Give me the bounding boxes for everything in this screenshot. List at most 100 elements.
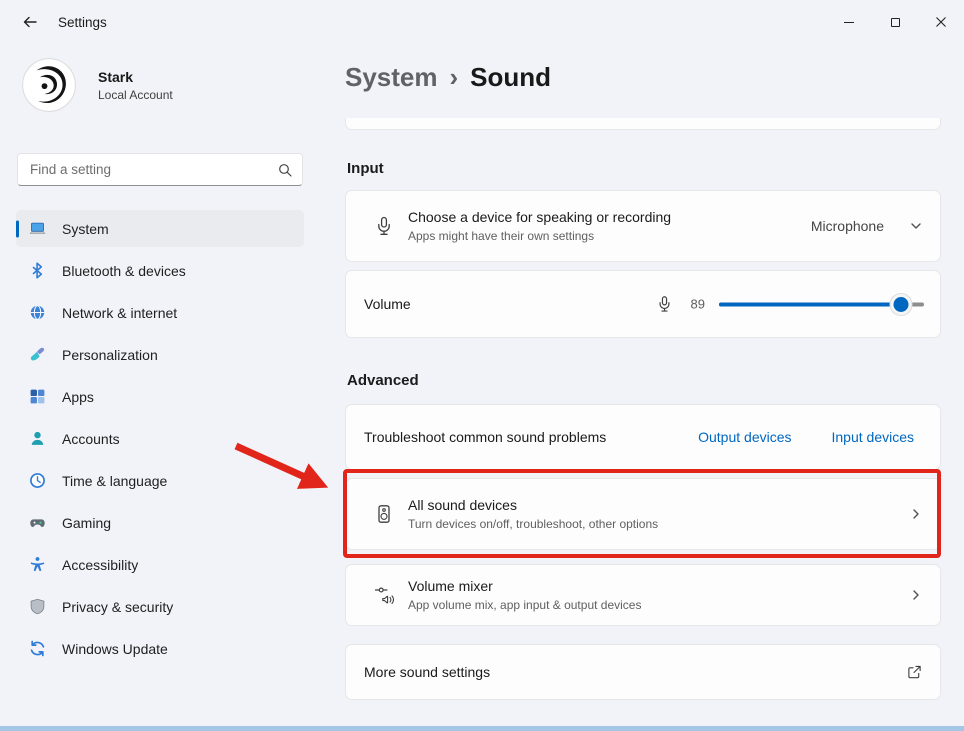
back-button[interactable] bbox=[14, 7, 46, 37]
section-header-advanced: Advanced bbox=[347, 372, 419, 389]
page-title: Sound bbox=[470, 62, 551, 93]
sidebar-item-personalization[interactable]: Personalization bbox=[16, 336, 304, 373]
accessibility-person-icon bbox=[29, 556, 46, 573]
window-bottom-edge bbox=[0, 726, 964, 731]
breadcrumb-separator: › bbox=[450, 62, 459, 93]
troubleshoot-title: Troubleshoot common sound problems bbox=[364, 429, 606, 445]
sidebar-item-label: Gaming bbox=[62, 515, 111, 531]
clock-icon bbox=[29, 472, 46, 489]
sidebar-item-label: Network & internet bbox=[62, 305, 177, 321]
all-sound-devices-row[interactable]: All sound devices Turn devices on/off, t… bbox=[345, 478, 941, 550]
chevron-right-icon bbox=[910, 589, 922, 601]
troubleshoot-row: Troubleshoot common sound problems Outpu… bbox=[345, 404, 941, 470]
more-sound-settings-row[interactable]: More sound settings bbox=[345, 644, 941, 700]
titlebar: Settings bbox=[0, 0, 964, 44]
apps-grid-icon bbox=[29, 388, 46, 405]
close-icon bbox=[935, 16, 947, 28]
chevron-right-icon bbox=[910, 508, 922, 520]
volume-mixer-text: Volume mixer App volume mix, app input &… bbox=[408, 578, 641, 612]
input-device-selected-value: Microphone bbox=[811, 218, 884, 234]
sidebar-item-label: Accessibility bbox=[62, 557, 138, 573]
breadcrumb: System › Sound bbox=[345, 62, 551, 93]
output-devices-link[interactable]: Output devices bbox=[698, 429, 791, 445]
troubleshoot-links: Output devices Input devices bbox=[698, 429, 914, 445]
volume-mixer-icon bbox=[374, 585, 394, 605]
sidebar-item-accounts[interactable]: Accounts bbox=[16, 420, 304, 457]
sidebar-item-time-language[interactable]: Time & language bbox=[16, 462, 304, 499]
external-link-icon bbox=[907, 665, 922, 680]
volume-mixer-subtitle: App volume mix, app input & output devic… bbox=[408, 598, 641, 612]
volume-mixer-title: Volume mixer bbox=[408, 578, 641, 594]
section-header-input: Input bbox=[347, 160, 384, 177]
network-globe-icon bbox=[29, 304, 46, 321]
sidebar-item-windows-update[interactable]: Windows Update bbox=[16, 630, 304, 667]
main-content: System › Sound Input Choose a device for… bbox=[345, 44, 941, 731]
sidebar-item-bluetooth-devices[interactable]: Bluetooth & devices bbox=[16, 252, 304, 289]
maximize-icon bbox=[891, 18, 900, 27]
user-name: Stark bbox=[98, 69, 173, 85]
volume-slider[interactable] bbox=[719, 296, 924, 312]
volume-controls: 89 bbox=[656, 296, 924, 313]
volume-slider-thumb[interactable] bbox=[894, 297, 909, 312]
selected-indicator bbox=[16, 220, 19, 237]
search-input[interactable] bbox=[18, 154, 278, 185]
bluetooth-icon bbox=[29, 262, 46, 279]
user-profile[interactable]: Stark Local Account bbox=[22, 58, 173, 112]
input-device-dropdown[interactable]: Microphone bbox=[811, 218, 922, 234]
volume-mixer-row[interactable]: Volume mixer App volume mix, app input &… bbox=[345, 564, 941, 626]
personalization-brush-icon bbox=[29, 346, 46, 363]
input-devices-link[interactable]: Input devices bbox=[832, 429, 915, 445]
sidebar-item-apps[interactable]: Apps bbox=[16, 378, 304, 415]
sidebar-item-label: Time & language bbox=[62, 473, 167, 489]
sidebar-item-label: Apps bbox=[62, 389, 94, 405]
window-title: Settings bbox=[58, 15, 107, 30]
speaker-device-icon bbox=[374, 504, 394, 524]
close-button[interactable] bbox=[918, 0, 964, 44]
mic-small-icon bbox=[656, 296, 673, 313]
search-box[interactable] bbox=[17, 153, 303, 186]
sidebar-item-privacy-security[interactable]: Privacy & security bbox=[16, 588, 304, 625]
system-icon bbox=[29, 220, 46, 237]
maximize-button[interactable] bbox=[872, 0, 918, 44]
window-controls bbox=[826, 0, 964, 44]
volume-slider-fill bbox=[719, 302, 901, 306]
sidebar-item-label: Personalization bbox=[62, 347, 158, 363]
all-sound-devices-subtitle: Turn devices on/off, troubleshoot, other… bbox=[408, 517, 658, 531]
search-icon bbox=[278, 163, 292, 177]
chevron-down-icon bbox=[910, 220, 922, 232]
sidebar-item-network-internet[interactable]: Network & internet bbox=[16, 294, 304, 331]
input-device-text: Choose a device for speaking or recordin… bbox=[408, 209, 671, 243]
sidebar-item-accessibility[interactable]: Accessibility bbox=[16, 546, 304, 583]
sidebar-item-label: Accounts bbox=[62, 431, 120, 447]
microphone-icon bbox=[374, 216, 394, 236]
sidebar-nav: System Bluetooth & devices Network & int… bbox=[16, 210, 304, 672]
sidebar-item-label: Privacy & security bbox=[62, 599, 173, 615]
shield-icon bbox=[29, 598, 46, 615]
more-sound-settings-title: More sound settings bbox=[364, 664, 490, 680]
all-sound-devices-title: All sound devices bbox=[408, 497, 658, 513]
input-volume-row: Volume 89 bbox=[345, 270, 941, 338]
sidebar-item-label: Bluetooth & devices bbox=[62, 263, 186, 279]
volume-label: Volume bbox=[364, 296, 411, 312]
all-sound-devices-text: All sound devices Turn devices on/off, t… bbox=[408, 497, 658, 531]
gamepad-icon bbox=[29, 514, 46, 531]
volume-value: 89 bbox=[687, 297, 705, 312]
input-device-subtitle: Apps might have their own settings bbox=[408, 229, 671, 243]
minimize-button[interactable] bbox=[826, 0, 872, 44]
input-device-row: Choose a device for speaking or recordin… bbox=[345, 190, 941, 262]
sidebar-item-system[interactable]: System bbox=[16, 210, 304, 247]
avatar bbox=[22, 58, 76, 112]
sidebar-item-gaming[interactable]: Gaming bbox=[16, 504, 304, 541]
settings-window: Settings Stark Local Account bbox=[0, 0, 964, 731]
update-refresh-icon bbox=[29, 640, 46, 657]
accounts-person-icon bbox=[29, 430, 46, 447]
minimize-icon bbox=[844, 22, 854, 23]
breadcrumb-parent[interactable]: System bbox=[345, 62, 438, 93]
user-info: Stark Local Account bbox=[98, 69, 173, 102]
sidebar: Stark Local Account System Bluetooth & d… bbox=[0, 44, 330, 731]
sidebar-item-label: Windows Update bbox=[62, 641, 168, 657]
sidebar-item-label: System bbox=[62, 221, 109, 237]
back-arrow-icon bbox=[22, 14, 38, 30]
scrolled-card-fragment bbox=[345, 118, 941, 130]
user-account-type: Local Account bbox=[98, 88, 173, 102]
